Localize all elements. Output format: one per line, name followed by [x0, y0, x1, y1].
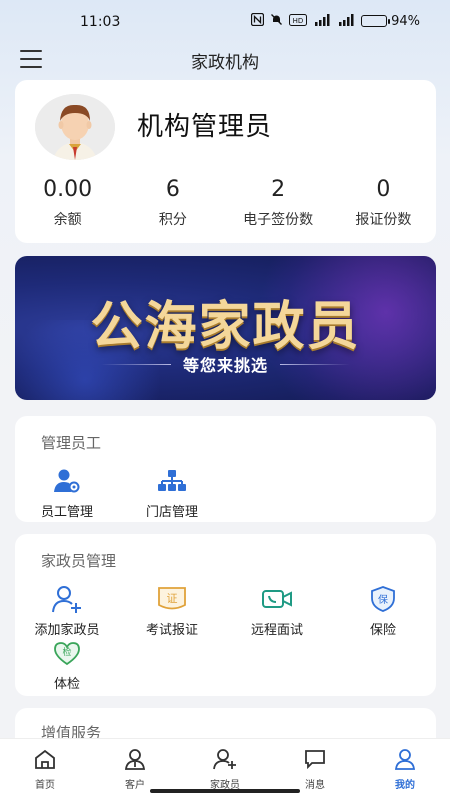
nfc-icon — [250, 12, 265, 29]
stat-label: 余额 — [53, 212, 82, 228]
svg-text:HD: HD — [293, 17, 304, 25]
customer-icon — [124, 749, 146, 770]
mute-bell-icon — [270, 13, 283, 29]
stat-esign-count[interactable]: 2 电子签份数 — [226, 175, 331, 229]
section-title: 管理员工 — [41, 434, 102, 452]
home-icon — [35, 749, 55, 769]
battery-percent: 94% — [391, 13, 420, 29]
stat-points[interactable]: 6 积分 — [120, 175, 225, 229]
signal-icon-2 — [337, 13, 355, 29]
grid-label: 远程面试 — [250, 623, 303, 638]
signal-icon — [313, 13, 331, 29]
app-header: 家政机构 — [0, 44, 450, 74]
nav-label: 我的 — [395, 780, 415, 791]
svg-text:检: 检 — [62, 646, 71, 658]
grid-label: 员工管理 — [40, 505, 93, 520]
staff-section: 管理员工 员工管理 门店管理 — [15, 416, 436, 522]
grid-label: 考试报证 — [145, 623, 198, 638]
add-housekeeper-item[interactable]: 添加家政员 — [15, 584, 119, 638]
add-person-icon — [213, 749, 236, 770]
staff-gear-icon — [51, 466, 83, 496]
video-call-icon — [261, 584, 293, 614]
status-icons: HD 94% — [250, 12, 420, 29]
banner-title: 公海家政员 — [90, 296, 361, 357]
message-icon — [305, 750, 325, 770]
nav-home[interactable]: 首页 — [0, 739, 90, 800]
nav-profile[interactable]: 我的 — [360, 739, 450, 800]
health-check-item[interactable]: 检 体检 — [15, 638, 119, 692]
divider — [280, 363, 350, 365]
certificate-icon: 证 — [156, 584, 188, 614]
grid-label: 体检 — [53, 677, 80, 692]
profile-icon — [394, 749, 416, 770]
add-user-icon — [51, 584, 83, 614]
stat-label: 电子签份数 — [243, 212, 314, 228]
stat-label: 积分 — [158, 212, 187, 228]
housekeeper-section: 家政员管理 添加家政员 证 考试报证 远程面试 保 保险 检 体检 — [15, 534, 436, 696]
grid-label: 门店管理 — [145, 505, 198, 520]
remote-interview-item[interactable]: 远程面试 — [225, 584, 329, 638]
banner-subtitle: 等您来挑选 — [182, 356, 268, 375]
profile-card: 机构管理员 0.00 余额 6 积分 2 电子签份数 0 报证份数 — [15, 80, 436, 243]
stat-cert-count[interactable]: 0 报证份数 — [331, 175, 436, 229]
avatar-illustration — [35, 94, 115, 160]
staff-management-item[interactable]: 员工管理 — [15, 466, 119, 520]
stats-row: 0.00 余额 6 积分 2 电子签份数 0 报证份数 — [15, 175, 436, 229]
hd-icon: HD — [289, 13, 308, 29]
stat-value: 0.00 — [43, 177, 93, 202]
stat-value: 0 — [376, 177, 391, 202]
svg-text:保: 保 — [378, 593, 388, 606]
insurance-item[interactable]: 保 保险 — [331, 584, 435, 638]
battery-indicator: 94% — [361, 14, 420, 29]
stat-label: 报证份数 — [355, 212, 412, 228]
home-indicator[interactable] — [150, 789, 300, 793]
stat-balance[interactable]: 0.00 余额 — [15, 175, 120, 229]
status-time: 11:03 — [80, 14, 121, 30]
avatar[interactable] — [35, 94, 115, 160]
banner-subtitle-row: 等您来挑选 — [15, 352, 436, 376]
nav-label: 首页 — [35, 780, 55, 791]
svg-text:证: 证 — [167, 592, 178, 605]
page-title: 家政机构 — [191, 53, 259, 73]
battery-icon — [361, 15, 391, 27]
health-check-icon: 检 — [51, 638, 83, 668]
grid-label: 保险 — [369, 623, 396, 638]
promo-banner[interactable]: 公海家政员 等您来挑选 — [15, 256, 436, 400]
store-management-item[interactable]: 门店管理 — [120, 466, 224, 520]
org-chart-icon — [156, 466, 188, 496]
stat-value: 6 — [165, 177, 180, 202]
profile-name: 机构管理员 — [137, 112, 273, 142]
divider — [100, 363, 171, 365]
status-bar: 11:03 HD 94% — [0, 0, 450, 44]
insurance-shield-icon: 保 — [367, 584, 399, 614]
section-title: 家政员管理 — [41, 552, 117, 570]
exam-certificate-item[interactable]: 证 考试报证 — [120, 584, 224, 638]
grid-label: 添加家政员 — [34, 623, 100, 638]
stat-value: 2 — [271, 177, 286, 202]
